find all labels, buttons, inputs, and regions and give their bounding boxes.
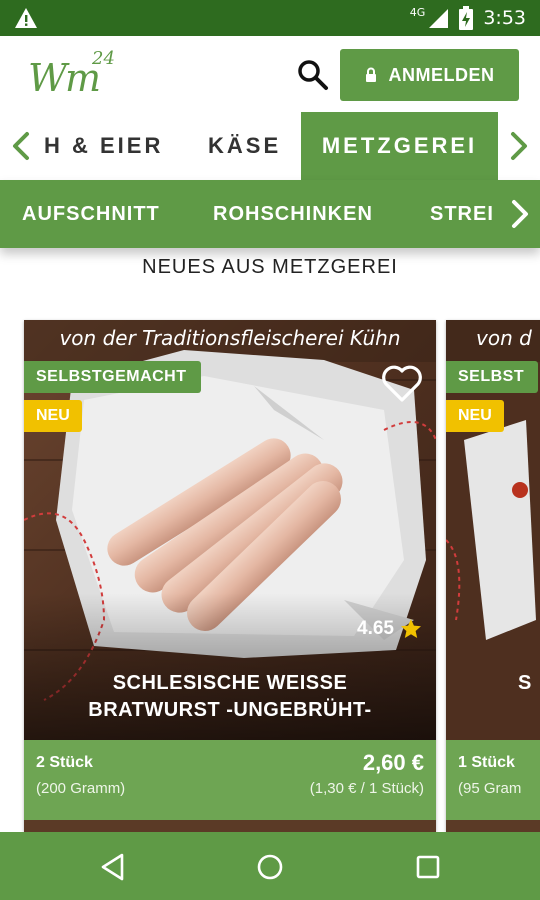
badge-homemade: SELBSTGEMACHT (24, 361, 201, 393)
chevron-left-icon[interactable] (8, 130, 34, 162)
product-name-line1: SCHLESISCHE WEISSE (112, 672, 348, 694)
subtab-rohschinken[interactable]: ROHSCHINKEN (213, 180, 373, 248)
home-icon[interactable] (255, 852, 285, 882)
quantity: 2 Stück (36, 754, 93, 771)
badge-new: NEU (24, 400, 82, 432)
clock: 3:53 (483, 7, 526, 29)
recents-icon[interactable] (413, 852, 443, 882)
login-button[interactable]: ANMELDEN (340, 49, 519, 101)
network-type: 4G (409, 6, 426, 19)
origin-label: von d (476, 326, 532, 350)
tab-kaese[interactable]: KÄSE (208, 112, 281, 180)
heart-icon[interactable] (380, 364, 424, 404)
system-nav-bar (0, 832, 540, 900)
star-icon (401, 619, 421, 638)
product-card[interactable]: von der Traditionsfleischerei Kühn SELBS… (24, 320, 436, 832)
subtab-aufschnitt[interactable]: AUFSCHNITT (22, 180, 160, 248)
app-screen: 4G 3:53 Wm 24 ANMELDEN H & EIER KÄSE MET… (0, 0, 540, 900)
price-bar: 1 Stück (95 Gram (446, 740, 540, 820)
warning-triangle-icon (15, 8, 37, 28)
product-name-line2: BRATWURST -UNGEBRÜHT- (88, 699, 372, 721)
rating: 4.65 (357, 618, 422, 640)
quantity: 1 Stück (458, 754, 515, 771)
tab-metzgerei[interactable]: METZGEREI (301, 112, 498, 180)
status-bar: 4G 3:53 (0, 0, 540, 36)
tab-eier[interactable]: H & EIER (44, 112, 163, 180)
rating-value: 4.65 (357, 618, 394, 639)
logo[interactable]: Wm 24 (28, 48, 128, 104)
lock-icon (365, 67, 376, 82)
back-icon[interactable] (98, 852, 128, 882)
product-card[interactable]: von d SELBST NEU S 1 Stück (95 Gram (446, 320, 540, 832)
subcategory-tabs: AUFSCHNITT ROHSCHINKEN STREI (0, 180, 540, 248)
unit-price: (1,30 € / 1 Stück) (309, 780, 424, 797)
weight: (95 Gram (458, 780, 522, 797)
battery-icon (459, 6, 474, 30)
chevron-right-icon[interactable] (508, 198, 532, 230)
logo-sup: 24 (92, 48, 115, 69)
app-header: Wm 24 ANMELDEN (0, 36, 540, 112)
subtab-streich[interactable]: STREI (430, 180, 494, 248)
category-tabs: H & EIER KÄSE METZGEREI (0, 112, 540, 180)
section-title: NEUES AUS METZGEREI (142, 256, 398, 278)
weight: (200 Gramm) (36, 780, 126, 797)
product-name: S (518, 672, 532, 694)
search-icon[interactable] (296, 58, 330, 92)
price-bar: 2 Stück (200 Gramm) 2,60 € (1,30 € / 1 S… (24, 740, 436, 820)
signal-icon (429, 9, 449, 28)
badge-new: NEU (446, 400, 504, 432)
origin-label: von der Traditionsfleischerei Kühn (59, 326, 401, 350)
badge-homemade: SELBST (446, 361, 539, 393)
chevron-right-icon[interactable] (506, 130, 532, 162)
logo-text: Wm (28, 56, 101, 100)
product-name: SCHLESISCHE WEISSE BRATWURST -UNGEBRÜHT- (24, 670, 436, 724)
login-label: ANMELDEN (388, 64, 495, 85)
price: 2,60 € (362, 750, 424, 775)
